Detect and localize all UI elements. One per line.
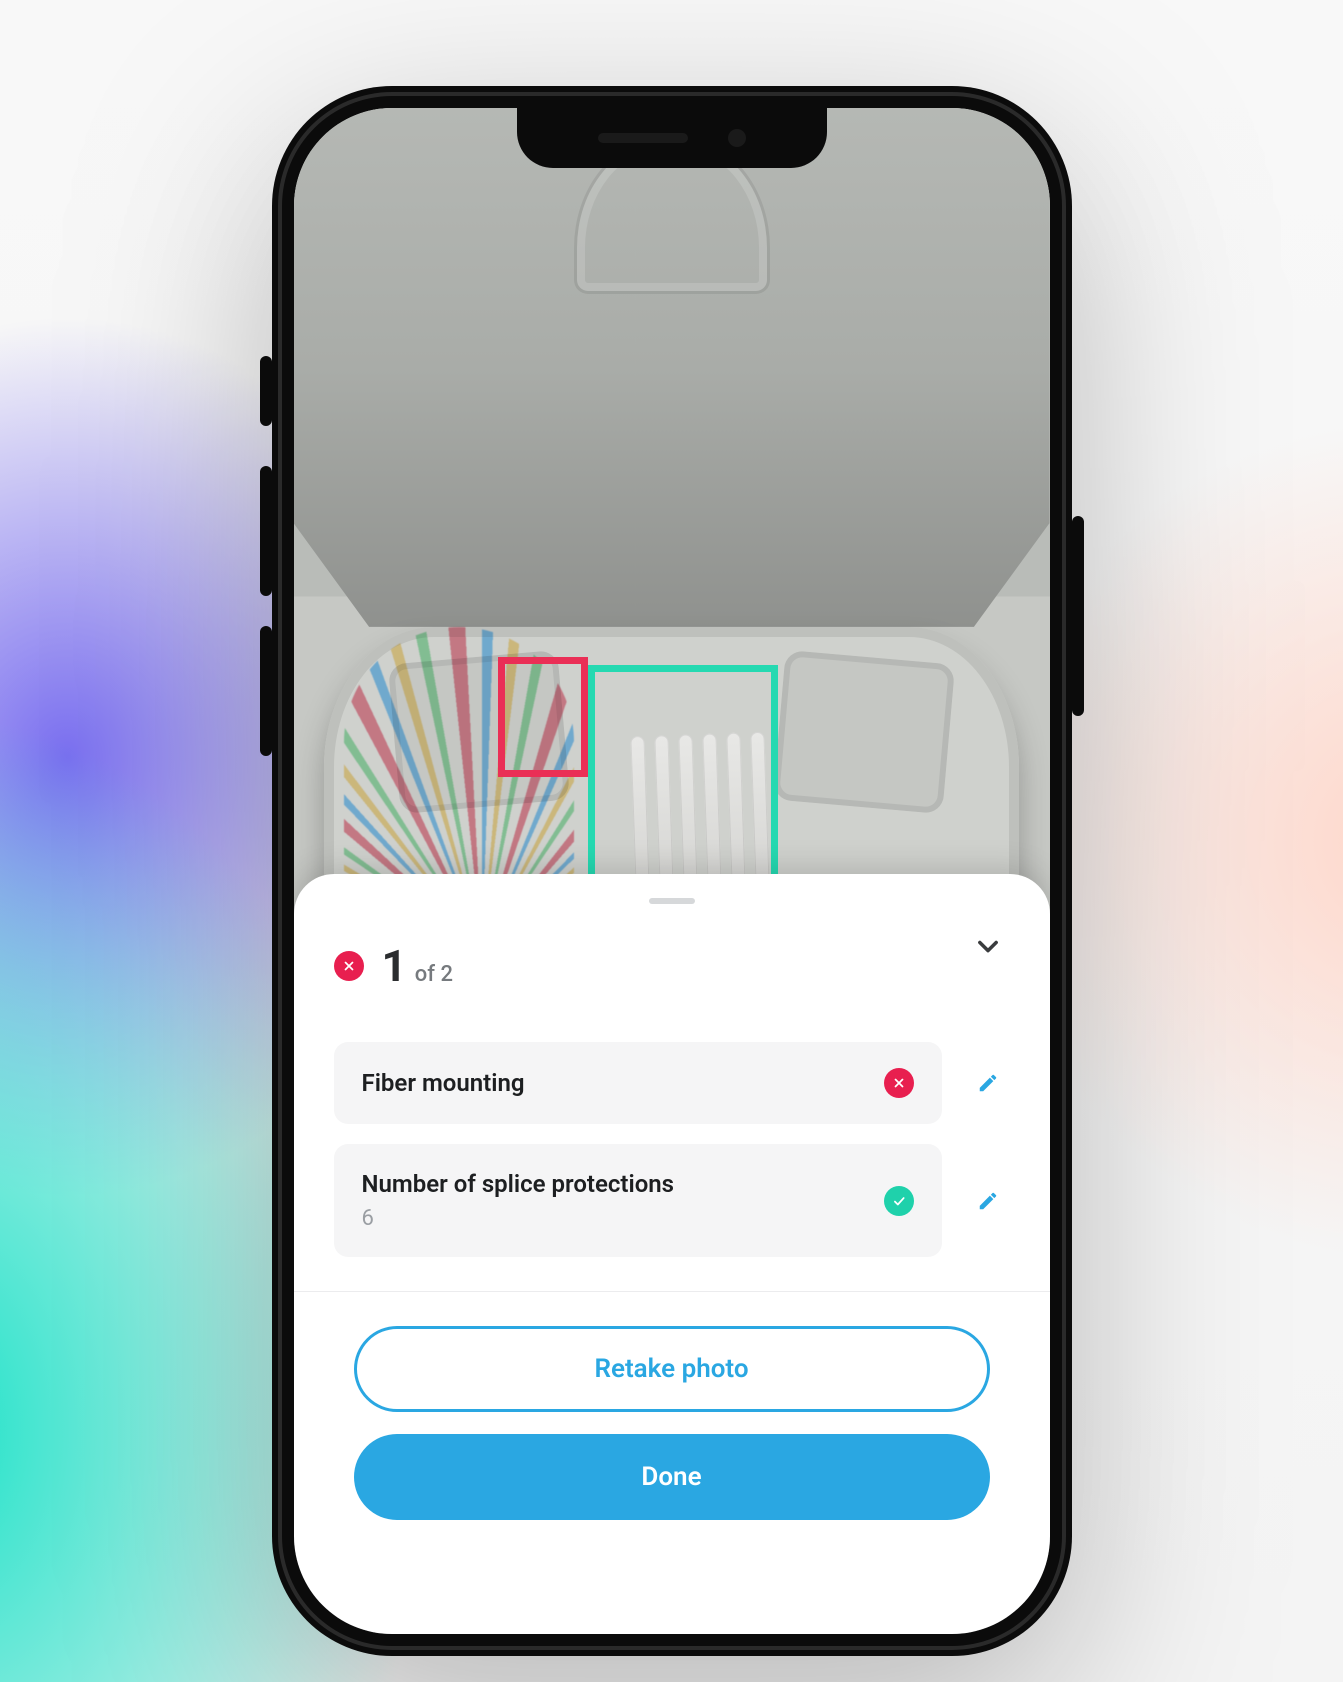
result-title: Fiber mounting: [362, 1069, 884, 1097]
sheet-header: 1 of 2: [294, 926, 1050, 1022]
result-value: 6: [362, 1206, 884, 1231]
collapse-sheet-button[interactable]: [968, 926, 1008, 966]
phone-mockup: 1 of 2 Fiber mounting: [272, 26, 1072, 1656]
result-card-splice-count[interactable]: Number of splice protections 6: [334, 1144, 942, 1257]
retake-photo-button[interactable]: Retake photo: [354, 1326, 990, 1412]
result-items: Fiber mounting: [294, 1022, 1050, 1257]
status-error-icon: [884, 1068, 914, 1098]
phone-side-button: [260, 356, 272, 426]
counter-current: 1: [382, 940, 407, 992]
issue-counter: 1 of 2: [382, 940, 453, 992]
result-title: Number of splice protections: [362, 1170, 884, 1198]
action-buttons: Retake photo Done: [294, 1292, 1050, 1520]
photo-spool: [773, 650, 955, 814]
chevron-down-icon: [974, 932, 1002, 960]
retake-photo-label: Retake photo: [594, 1354, 748, 1384]
detection-box-error: [498, 657, 588, 777]
phone-frame: 1 of 2 Fiber mounting: [272, 86, 1072, 1656]
phone-speaker: [598, 133, 688, 143]
done-label: Done: [641, 1462, 701, 1492]
status-ok-icon: [884, 1186, 914, 1216]
done-button[interactable]: Done: [354, 1434, 990, 1520]
phone-power-button: [1072, 516, 1084, 716]
counter-total: of 2: [415, 962, 453, 987]
phone-volume-down: [260, 626, 272, 756]
result-item: Fiber mounting: [334, 1042, 1010, 1124]
result-item: Number of splice protections 6: [334, 1144, 1010, 1257]
phone-screen: 1 of 2 Fiber mounting: [294, 108, 1050, 1634]
photo-enclosure-lid: [294, 108, 1050, 627]
sheet-drag-handle[interactable]: [649, 898, 695, 904]
result-card-fiber-mounting[interactable]: Fiber mounting: [334, 1042, 942, 1124]
results-sheet: 1 of 2 Fiber mounting: [294, 874, 1050, 1634]
pencil-icon: [977, 1072, 999, 1094]
pencil-icon: [977, 1190, 999, 1212]
phone-volume-up: [260, 466, 272, 596]
detection-box-ok: [588, 665, 778, 895]
overall-status-error-icon: [334, 951, 364, 981]
phone-notch: [517, 108, 827, 168]
edit-button[interactable]: [966, 1179, 1010, 1223]
edit-button[interactable]: [966, 1061, 1010, 1105]
phone-front-camera: [728, 129, 746, 147]
